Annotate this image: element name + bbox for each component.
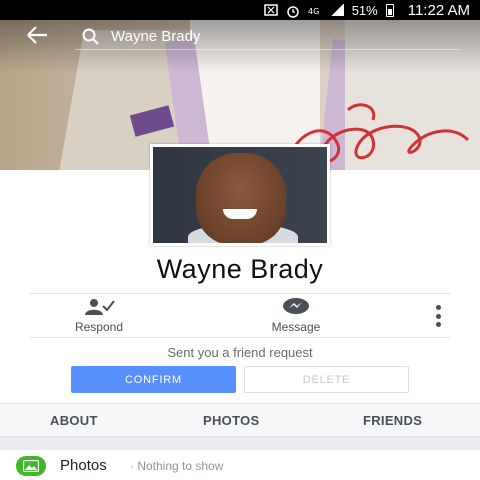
person-check-icon <box>60 298 138 316</box>
photos-title: Photos <box>60 457 107 474</box>
tab-about[interactable]: ABOUT <box>50 413 98 428</box>
nfc-icon <box>263 4 278 16</box>
photos-subtitle: · Nothing to show <box>130 459 224 473</box>
profile-tabs: ABOUT PHOTOS FRIENDS <box>0 403 480 437</box>
signal-icon <box>329 4 344 16</box>
message-label: Message <box>271 320 321 334</box>
more-options-button[interactable] <box>430 305 446 327</box>
search-icon <box>81 27 101 47</box>
respond-button[interactable]: Respond <box>60 298 138 334</box>
clock: 11:22 AM <box>407 1 470 19</box>
back-button[interactable] <box>17 20 57 54</box>
respond-label: Respond <box>74 320 124 334</box>
messenger-icon <box>254 298 338 316</box>
network-lte-icon: 4G <box>308 4 322 16</box>
section-separator <box>0 437 480 450</box>
divider <box>30 293 450 294</box>
alarm-icon <box>286 4 300 18</box>
search-input[interactable]: Wayne Brady <box>75 24 460 50</box>
status-bar: 4G 51% 11:22 AM <box>0 0 480 20</box>
confirm-button[interactable]: CONFIRM <box>71 366 236 393</box>
profile-picture[interactable] <box>150 144 330 246</box>
search-query: Wayne Brady <box>111 28 201 45</box>
battery-percent: 51% <box>351 2 378 18</box>
friend-request-text: Sent you a friend request <box>167 345 313 360</box>
delete-button[interactable]: DELETE <box>244 366 409 393</box>
search-header: Wayne Brady <box>0 20 480 54</box>
photo-icon <box>16 456 46 476</box>
profile-name: Wayne Brady <box>156 254 324 284</box>
photos-section[interactable]: Photos · Nothing to show <box>0 450 480 480</box>
battery-icon <box>385 3 394 17</box>
message-button[interactable]: Message <box>254 298 338 334</box>
tab-photos[interactable]: PHOTOS <box>203 413 259 428</box>
tab-friends[interactable]: FRIENDS <box>363 413 422 428</box>
divider <box>30 337 450 338</box>
svg-text:4G: 4G <box>308 7 319 16</box>
arrow-left-icon <box>26 25 48 49</box>
vertical-dots-icon <box>435 305 441 310</box>
